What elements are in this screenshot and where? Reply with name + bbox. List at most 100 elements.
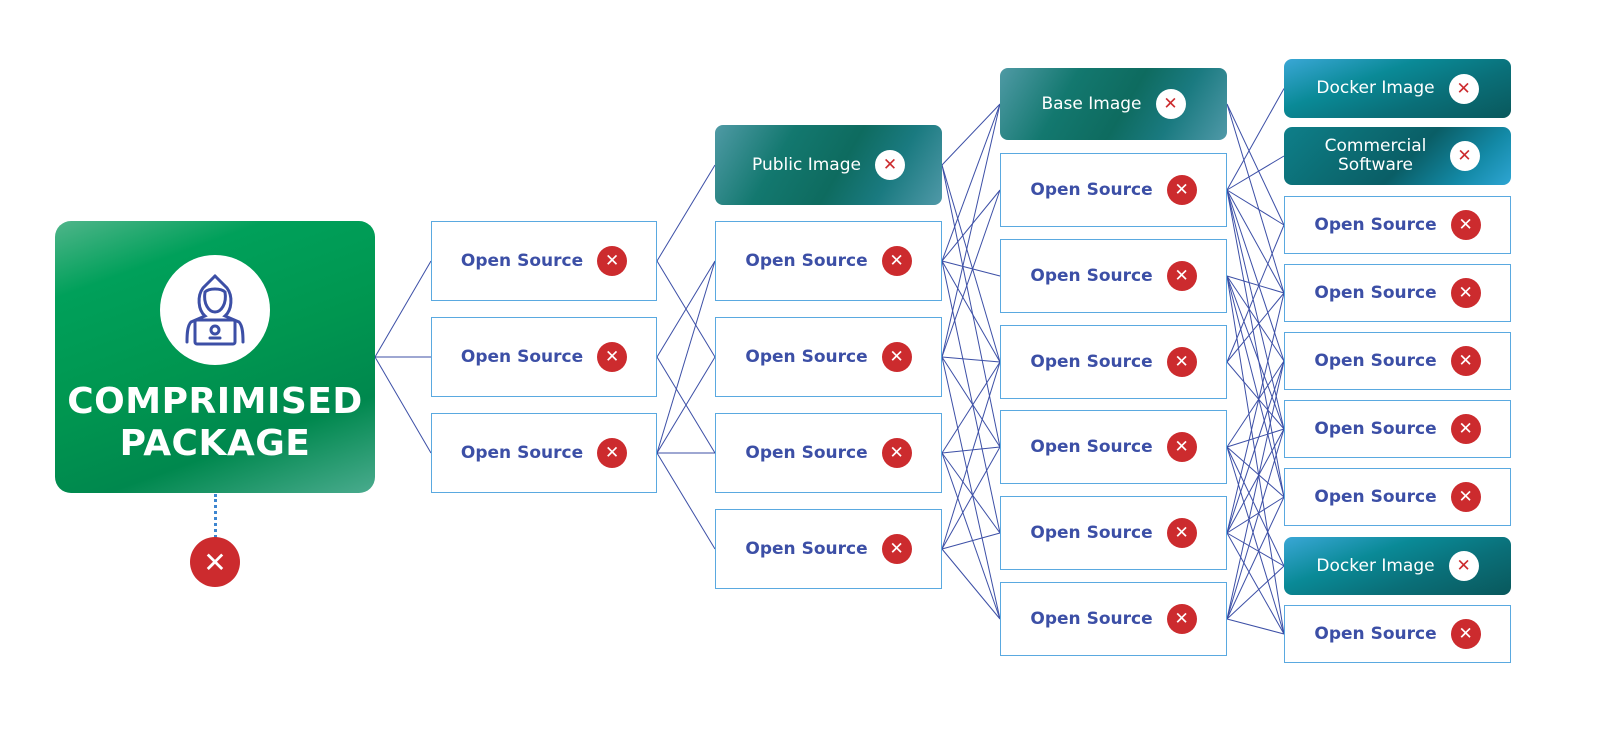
node-label: Open Source xyxy=(1030,608,1153,629)
edge-line xyxy=(1226,189,1285,294)
x-icon: ✕ xyxy=(1166,518,1197,548)
x-icon: ✕ xyxy=(1166,175,1197,205)
x-icon: ✕ xyxy=(1449,141,1480,171)
x-icon: ✕ xyxy=(1450,619,1481,649)
edge-line xyxy=(374,260,432,358)
x-icon: ✕ xyxy=(1450,346,1481,376)
edge-line xyxy=(1226,88,1285,191)
x-icon: ✕ xyxy=(597,438,628,468)
edge-line xyxy=(1226,618,1285,635)
node-label: Open Source xyxy=(460,250,584,271)
x-icon: ✕ xyxy=(881,246,912,276)
node-label: Open Source xyxy=(1030,265,1153,286)
dotted-connector xyxy=(214,494,217,538)
node-label: Commercial Software xyxy=(1324,136,1427,175)
node-label: Open Source xyxy=(1314,623,1437,644)
node-label: Open Source xyxy=(745,442,868,463)
open-source-node: Open Source ✕ xyxy=(431,221,657,301)
edge-line xyxy=(374,356,432,454)
docker-node: Docker Image ✕ xyxy=(1284,59,1511,118)
edge-line xyxy=(1226,155,1285,191)
edge-line xyxy=(656,452,716,550)
node-label: Open Source xyxy=(745,538,868,559)
open-source-node: Open Source ✕ xyxy=(1284,468,1511,526)
open-source-node: Open Source ✕ xyxy=(715,221,942,301)
edge-line xyxy=(941,164,1001,448)
node-label: Base Image xyxy=(1041,93,1142,114)
edge-line xyxy=(1226,103,1285,226)
public-node: Public Image ✕ xyxy=(715,125,942,205)
x-icon: ✕ xyxy=(190,537,240,587)
node-label: Open Source xyxy=(1314,282,1437,303)
node-label: Open Source xyxy=(1314,214,1437,235)
x-icon: ✕ xyxy=(1166,604,1197,634)
edge-line xyxy=(1226,446,1285,635)
compromised-package-node: COMPRIMISED PACKAGE xyxy=(55,221,375,493)
edge-line xyxy=(941,356,1001,363)
open-source-node: Open Source ✕ xyxy=(1000,325,1227,399)
open-source-node: Open Source ✕ xyxy=(431,317,657,397)
node-label: Open Source xyxy=(745,346,868,367)
x-icon: ✕ xyxy=(1155,89,1186,119)
base-node: Base Image ✕ xyxy=(1000,68,1227,140)
open-source-node: Open Source ✕ xyxy=(715,413,942,493)
x-icon: ✕ xyxy=(1448,73,1479,104)
edge-line xyxy=(1226,189,1285,362)
root-title: COMPRIMISED PACKAGE xyxy=(67,381,363,464)
edge-line xyxy=(1226,532,1285,567)
open-source-node: Open Source ✕ xyxy=(1284,400,1511,458)
edge-line xyxy=(1226,275,1285,362)
x-icon: ✕ xyxy=(1450,278,1481,308)
node-label: Public Image xyxy=(752,154,861,175)
node-label: Docker Image xyxy=(1316,78,1435,98)
x-icon: ✕ xyxy=(1450,482,1481,512)
open-source-node: Open Source ✕ xyxy=(715,509,942,589)
x-icon: ✕ xyxy=(1450,210,1481,240)
open-source-node: Open Source ✕ xyxy=(715,317,942,397)
open-source-node: Open Source ✕ xyxy=(1284,264,1511,322)
edge-line xyxy=(941,452,1001,620)
x-icon: ✕ xyxy=(874,150,905,180)
open-source-node: Open Source ✕ xyxy=(431,413,657,493)
commercial-node: Commercial Software ✕ xyxy=(1284,127,1511,185)
open-source-node: Open Source ✕ xyxy=(1284,196,1511,254)
node-label: Open Source xyxy=(1314,418,1437,439)
open-source-node: Open Source ✕ xyxy=(1284,605,1511,663)
edge-line xyxy=(941,361,1001,454)
edge-line xyxy=(941,103,1001,358)
edge-line xyxy=(941,103,1001,262)
x-icon: ✕ xyxy=(1450,414,1481,444)
x-icon: ✕ xyxy=(597,342,628,372)
edge-line xyxy=(656,164,716,262)
node-label: Open Source xyxy=(745,250,868,271)
open-source-node: Open Source ✕ xyxy=(1000,496,1227,570)
x-icon: ✕ xyxy=(1166,432,1197,462)
docker-node: Docker Image ✕ xyxy=(1284,537,1511,595)
open-source-node: Open Source ✕ xyxy=(1284,332,1511,390)
open-source-node: Open Source ✕ xyxy=(1000,153,1227,227)
edge-line xyxy=(941,103,1001,166)
x-icon: ✕ xyxy=(1166,261,1197,291)
open-source-node: Open Source ✕ xyxy=(1000,582,1227,656)
x-icon: ✕ xyxy=(1166,347,1197,377)
edge-line xyxy=(941,446,1001,454)
node-label: Open Source xyxy=(1314,486,1437,507)
x-icon: ✕ xyxy=(881,438,912,468)
node-label: Open Source xyxy=(1314,350,1437,371)
node-label: Open Source xyxy=(1030,351,1153,372)
open-source-node: Open Source ✕ xyxy=(1000,239,1227,313)
open-source-node: Open Source ✕ xyxy=(1000,410,1227,484)
node-label: Open Source xyxy=(1030,436,1153,457)
node-label: Open Source xyxy=(1030,179,1153,200)
edge-line xyxy=(656,260,716,454)
node-label: Docker Image xyxy=(1316,555,1435,576)
x-icon: ✕ xyxy=(881,342,912,372)
edge-line xyxy=(1226,360,1285,448)
x-icon: ✕ xyxy=(1448,551,1479,581)
hacker-icon xyxy=(160,255,270,365)
node-label: Open Source xyxy=(460,346,584,367)
edge-line xyxy=(1226,189,1285,498)
edge-line xyxy=(941,446,1001,550)
edge-line xyxy=(941,548,1001,620)
edge-line xyxy=(1226,103,1285,294)
